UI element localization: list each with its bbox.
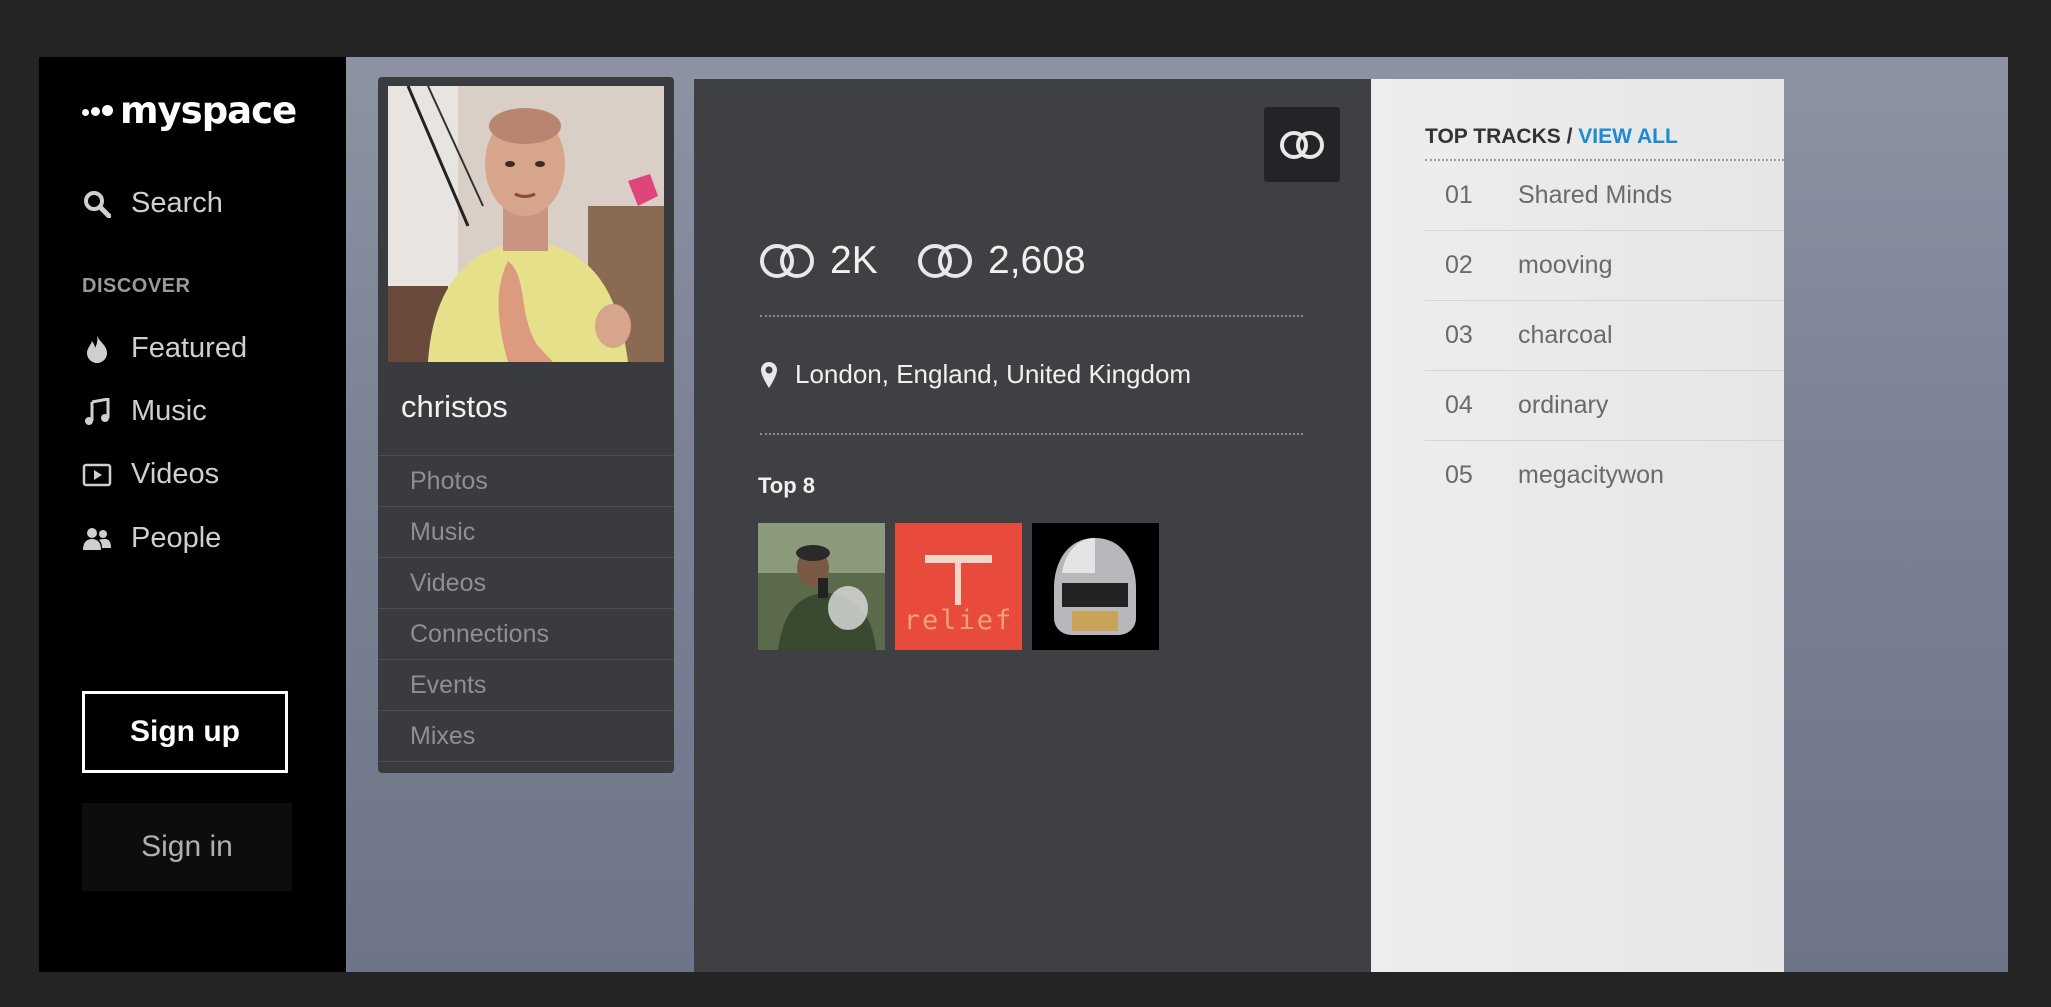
album-title-text: relief	[903, 605, 1014, 636]
connect-button[interactable]	[1264, 107, 1340, 182]
flame-icon	[82, 334, 112, 364]
track-list: 01 Shared Minds 02 mooving 03 charcoal 0…	[1425, 161, 1784, 510]
track-number: 04	[1445, 391, 1473, 419]
divider	[760, 433, 1303, 435]
sidebar-item-featured[interactable]: Featured	[82, 332, 247, 365]
connections-in-count: 2K	[830, 239, 878, 282]
myspace-logo[interactable]: myspace	[82, 89, 297, 132]
track-number: 05	[1445, 461, 1473, 489]
location: London, England, United Kingdom	[760, 359, 1191, 390]
top8-heading: Top 8	[758, 473, 816, 498]
top-tracks-heading: TOP TRACKS / VIEW ALL	[1425, 125, 1678, 149]
sidebar-item-label: People	[131, 522, 222, 554]
profile-name: christos	[401, 389, 508, 424]
connections-out-stat[interactable]: 2,608	[916, 239, 1086, 283]
profile-link-photos[interactable]: Photos	[378, 455, 674, 506]
signup-button[interactable]: Sign up	[82, 691, 288, 773]
sidebar-item-videos[interactable]: Videos	[82, 458, 219, 491]
track-row[interactable]: 04 ordinary	[1425, 371, 1784, 441]
sidebar-item-music[interactable]: Music	[82, 395, 207, 428]
top8-thumb[interactable]	[1032, 523, 1159, 650]
track-title: megacitywon	[1518, 461, 1664, 489]
people-icon	[82, 524, 112, 554]
heading-separator: /	[1560, 125, 1579, 148]
track-title: ordinary	[1518, 391, 1609, 419]
track-number: 01	[1445, 181, 1473, 209]
profile-link-music[interactable]: Music	[378, 506, 674, 557]
connect-icon	[758, 242, 816, 280]
connections-in-stat[interactable]: 2K	[758, 239, 878, 283]
top8-thumb[interactable]: relief	[895, 523, 1022, 650]
avatar[interactable]	[388, 86, 664, 362]
top8-list: relief	[758, 523, 1159, 650]
connect-icon	[1280, 130, 1324, 159]
divider	[760, 315, 1303, 317]
sidebar-item-label: Videos	[131, 458, 220, 490]
track-number: 03	[1445, 321, 1473, 349]
profile-details-panel: 2K 2,608 London, England, United Kingdom…	[694, 79, 1372, 972]
profile-link-mixes[interactable]: Mixes	[378, 710, 674, 762]
profile-link-events[interactable]: Events	[378, 659, 674, 710]
main-content: christos Photos Music Videos Connections…	[346, 57, 2008, 972]
track-row[interactable]: 02 mooving	[1425, 231, 1784, 301]
search-icon	[82, 189, 112, 219]
track-title: Shared Minds	[1518, 181, 1673, 209]
logo-text: myspace	[120, 89, 297, 132]
connect-icon	[916, 242, 974, 280]
top-tracks-panel: TOP TRACKS / VIEW ALL 01 Shared Minds 02…	[1371, 79, 1784, 972]
search-label: Search	[131, 187, 223, 219]
sidebar-item-label: Featured	[131, 332, 248, 364]
sidebar-item-people[interactable]: People	[82, 522, 221, 555]
logo-mark-icon	[82, 105, 115, 116]
track-title: mooving	[1518, 251, 1613, 279]
location-text: London, England, United Kingdom	[795, 359, 1192, 389]
search-link[interactable]: Search	[82, 187, 223, 220]
location-pin-icon	[760, 361, 778, 389]
sidebar-item-label: Music	[131, 395, 207, 427]
profile-link-videos[interactable]: Videos	[378, 557, 674, 608]
discover-heading: DISCOVER	[82, 275, 191, 297]
signin-button[interactable]: Sign in	[82, 803, 292, 891]
top-tracks-title: TOP TRACKS	[1425, 125, 1561, 148]
top8-thumb[interactable]	[758, 523, 885, 650]
music-note-icon	[82, 397, 112, 427]
sidebar: myspace Search DISCOVER Featured Music V…	[39, 57, 346, 972]
connections-out-count: 2,608	[988, 239, 1086, 282]
app-frame: myspace Search DISCOVER Featured Music V…	[39, 57, 2008, 972]
track-title: charcoal	[1518, 321, 1613, 349]
track-row[interactable]: 03 charcoal	[1425, 301, 1784, 371]
view-all-link[interactable]: VIEW ALL	[1578, 125, 1678, 148]
track-number: 02	[1445, 251, 1473, 279]
profile-link-connections[interactable]: Connections	[378, 608, 674, 659]
profile-card: christos Photos Music Videos Connections…	[378, 77, 674, 773]
profile-nav: Photos Music Videos Connections Events M…	[378, 455, 674, 762]
track-row[interactable]: 01 Shared Minds	[1425, 161, 1784, 231]
video-icon	[82, 460, 112, 490]
track-row[interactable]: 05 megacitywon	[1425, 441, 1784, 510]
